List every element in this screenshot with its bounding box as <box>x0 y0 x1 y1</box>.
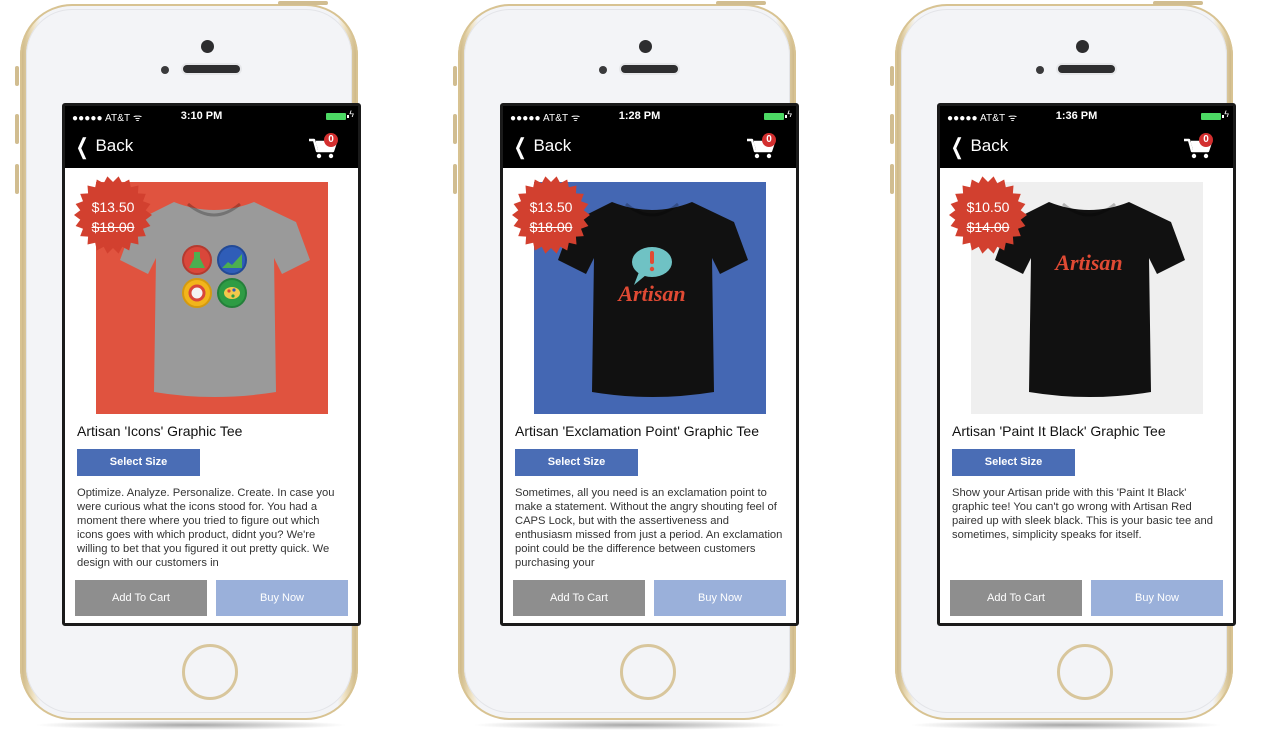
earpiece-speaker <box>1058 65 1115 73</box>
cart-count-badge: 0 <box>324 133 338 147</box>
home-button[interactable] <box>1057 644 1113 700</box>
back-label: Back <box>533 136 572 155</box>
product-detail: $13.50 $18.00 Artisan 'Icons' Graphic Te… <box>65 168 358 623</box>
status-time: 3:10 PM <box>180 110 223 122</box>
volume-up-button <box>15 114 19 144</box>
phone-mockup-3: ●●●●● AT&T ᯤ 1:36 PM ϟ ❮ Back 0 Artisan … <box>890 1 1237 730</box>
buy-now-button[interactable]: Buy Now <box>654 580 786 616</box>
select-size-button[interactable]: Select Size <box>77 449 200 476</box>
sale-price: $10.50 <box>966 199 1010 215</box>
sensor-icon <box>599 66 607 74</box>
select-size-button[interactable]: Select Size <box>515 449 638 476</box>
mute-switch <box>15 66 19 86</box>
action-bar: Add To Cart Buy Now <box>950 580 1223 616</box>
phone-frame: ●●●●● AT&T ᯤ 1:28 PM ϟ ❮ Back 0 Artisan … <box>453 1 799 720</box>
sale-price: $13.50 <box>529 199 573 215</box>
status-bar: ●●●●● AT&T ᯤ 1:36 PM ϟ <box>940 106 1233 126</box>
back-label: Back <box>95 136 134 155</box>
power-button <box>1153 1 1203 5</box>
product-detail: Artisan $10.50 $14.00 Artisan 'Paint It … <box>940 168 1233 623</box>
phone-shadow <box>34 720 348 730</box>
artisan-wordmark: Artisan <box>616 281 685 306</box>
front-camera-icon <box>1076 40 1089 53</box>
action-bar: Add To Cart Buy Now <box>75 580 348 616</box>
product-title: Artisan 'Icons' Graphic Tee <box>77 423 243 439</box>
back-button[interactable]: ❮ Back <box>73 133 134 159</box>
cart-count-badge: 0 <box>762 133 776 147</box>
volume-down-button <box>453 164 457 194</box>
volume-up-button <box>453 114 457 144</box>
volume-up-button <box>890 114 894 144</box>
cart-count-badge: 0 <box>1199 133 1213 147</box>
add-to-cart-button[interactable]: Add To Cart <box>513 580 645 616</box>
original-price: $18.00 <box>91 219 135 235</box>
add-to-cart-button[interactable]: Add To Cart <box>75 580 207 616</box>
nav-bar: ❮ Back 0 <box>940 126 1233 168</box>
product-description: Show your Artisan pride with this 'Paint… <box>952 487 1213 541</box>
chevron-left-icon: ❮ <box>75 133 89 159</box>
home-button[interactable] <box>620 644 676 700</box>
sale-price: $13.50 <box>91 199 135 215</box>
price-burst: $13.50 $18.00 <box>511 175 591 255</box>
front-camera-icon <box>639 40 652 53</box>
phone-shadow <box>909 720 1223 730</box>
artisan-wordmark: Artisan <box>1053 250 1122 275</box>
app-screen: ●●●●● AT&T ᯤ 1:28 PM ϟ ❮ Back 0 Artisan … <box>500 103 799 626</box>
phone-mockup-2: ●●●●● AT&T ᯤ 1:28 PM ϟ ❮ Back 0 Artisan … <box>453 1 800 730</box>
status-time: 1:36 PM <box>1055 110 1098 122</box>
product-description: Sometimes, all you need is an exclamatio… <box>515 487 783 569</box>
buy-now-button[interactable]: Buy Now <box>1091 580 1223 616</box>
select-size-button[interactable]: Select Size <box>952 449 1075 476</box>
back-label: Back <box>970 136 1009 155</box>
phone-shadow <box>472 720 786 730</box>
nav-bar: ❮ Back 0 <box>65 126 358 168</box>
app-screen: ●●●●● AT&T ᯤ 3:10 PM ϟ ❮ Back 0 $13.50 $… <box>62 103 361 626</box>
back-button[interactable]: ❮ Back <box>511 133 572 159</box>
phone-frame: ●●●●● AT&T ᯤ 3:10 PM ϟ ❮ Back 0 $13.50 $… <box>15 1 361 720</box>
sensor-icon <box>161 66 169 74</box>
back-button[interactable]: ❮ Back <box>948 133 1009 159</box>
status-bar: ●●●●● AT&T ᯤ 3:10 PM ϟ <box>65 106 358 126</box>
battery-icon <box>1201 113 1224 120</box>
charging-icon: ϟ <box>349 109 354 119</box>
add-to-cart-button[interactable]: Add To Cart <box>950 580 1082 616</box>
power-button <box>716 1 766 5</box>
price-burst: $10.50 $14.00 <box>948 175 1028 255</box>
earpiece-speaker <box>183 65 240 73</box>
cart-button[interactable]: 0 <box>308 133 340 161</box>
charging-icon: ϟ <box>787 109 792 119</box>
front-camera-icon <box>201 40 214 53</box>
phone-mockup-1: ●●●●● AT&T ᯤ 3:10 PM ϟ ❮ Back 0 $13.50 $… <box>15 1 362 730</box>
buy-now-button[interactable]: Buy Now <box>216 580 348 616</box>
product-title: Artisan 'Paint It Black' Graphic Tee <box>952 423 1166 439</box>
chevron-left-icon: ❮ <box>950 133 964 159</box>
earpiece-speaker <box>621 65 678 73</box>
cart-button[interactable]: 0 <box>1183 133 1215 161</box>
phone-frame: ●●●●● AT&T ᯤ 1:36 PM ϟ ❮ Back 0 Artisan … <box>890 1 1236 720</box>
charging-icon: ϟ <box>1224 109 1229 119</box>
original-price: $14.00 <box>966 219 1010 235</box>
sensor-icon <box>1036 66 1044 74</box>
battery-icon <box>764 113 787 120</box>
volume-down-button <box>890 164 894 194</box>
battery-icon <box>326 113 349 120</box>
home-button[interactable] <box>182 644 238 700</box>
mute-switch <box>890 66 894 86</box>
product-title: Artisan 'Exclamation Point' Graphic Tee <box>515 423 759 439</box>
product-description: Optimize. Analyze. Personalize. Create. … <box>77 487 335 569</box>
power-button <box>278 1 328 5</box>
nav-bar: ❮ Back 0 <box>503 126 796 168</box>
app-screen: ●●●●● AT&T ᯤ 1:36 PM ϟ ❮ Back 0 Artisan … <box>937 103 1236 626</box>
price-burst: $13.50 $18.00 <box>73 175 153 255</box>
action-bar: Add To Cart Buy Now <box>513 580 786 616</box>
status-bar: ●●●●● AT&T ᯤ 1:28 PM ϟ <box>503 106 796 126</box>
original-price: $18.00 <box>529 219 573 235</box>
status-time: 1:28 PM <box>618 110 661 122</box>
chevron-left-icon: ❮ <box>513 133 527 159</box>
product-detail: Artisan $13.50 $18.00 Artisan 'Exclamati… <box>503 168 796 623</box>
cart-button[interactable]: 0 <box>746 133 778 161</box>
volume-down-button <box>15 164 19 194</box>
mute-switch <box>453 66 457 86</box>
